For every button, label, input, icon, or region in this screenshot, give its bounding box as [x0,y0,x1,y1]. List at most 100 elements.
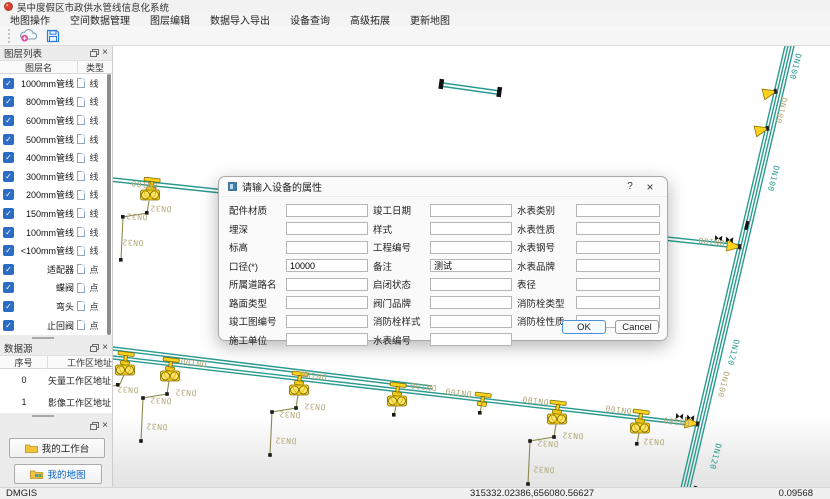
layer-row[interactable]: 150mm管线线 [0,204,112,223]
panel-splitter[interactable] [0,413,112,419]
cancel-button[interactable]: Cancel [615,320,659,334]
elevation-input[interactable] [286,241,368,254]
road-surface-type-input[interactable] [286,296,368,309]
hydrant-style-input[interactable] [430,315,512,328]
layer-file-icon [77,246,85,256]
menu-advanced[interactable]: 高级拓展 [340,12,400,27]
app-icon [4,2,13,11]
my-map-button[interactable]: 我的地图 [14,464,102,484]
menu-update-map[interactable]: 更新地图 [400,12,460,27]
remark-input[interactable] [430,259,512,272]
asbuilt-drawing-number-input[interactable] [286,315,368,328]
layer-list-scrollbar[interactable] [107,74,111,335]
meter-diameter-input[interactable] [576,278,660,291]
layer-row[interactable]: 1000mm管线线 [0,74,112,93]
menu-data-import-export[interactable]: 数据导入导出 [200,12,280,27]
layer-row[interactable]: 止回阀点 [0,316,112,335]
dialog-titlebar: 请输入设备的属性 ? × [219,177,667,197]
checkbox-checked-icon[interactable] [3,134,14,145]
float-panel-icon[interactable] [90,49,99,57]
float-panel-icon[interactable] [90,344,99,352]
layer-row[interactable]: 400mm管线线 [0,148,112,167]
checkbox-checked-icon[interactable] [3,78,14,89]
valve-symbols [676,221,750,496]
checkbox-checked-icon[interactable] [3,227,14,238]
folder-icon [25,443,38,453]
meter-steel-number-input[interactable] [576,241,660,254]
datasource-row[interactable]: 0矢量工作区地址 [0,369,112,391]
dialog-close-button[interactable]: × [642,180,658,194]
statusbar: DMGIS 315332.02386,656080.56627 0.09568 [0,487,830,499]
datasource-row[interactable]: 1影像工作区地址 [0,391,112,413]
menu-map-operations[interactable]: 地图操作 [0,12,60,27]
fitting-material-input[interactable] [286,204,368,217]
layer-row[interactable]: 500mm管线线 [0,130,112,149]
project-number-input[interactable] [430,241,512,254]
field-label: 施工单位 [229,333,281,347]
col-layer-name: 图层名 [0,61,78,74]
menu-device-query[interactable]: 设备查询 [280,12,340,27]
checkbox-checked-icon[interactable] [3,282,14,293]
save-icon[interactable] [46,29,60,43]
ok-button[interactable]: OK [562,320,606,334]
meter-nature-input[interactable] [576,222,660,235]
pipe-end-caps [438,79,502,98]
checkbox-checked-icon[interactable] [3,96,14,107]
status-coordinates: 315332.02386,656080.56627 [470,488,594,499]
layer-row[interactable]: 200mm管线线 [0,186,112,205]
panel-splitter[interactable] [0,335,112,341]
meter-category-input[interactable] [576,204,660,217]
road-name-input[interactable] [286,278,368,291]
layer-row[interactable]: 300mm管线线 [0,167,112,186]
close-panel-icon[interactable]: × [102,344,108,352]
layer-row[interactable]: 600mm管线线 [0,111,112,130]
cloud-upload-icon[interactable] [19,28,38,43]
checkbox-checked-icon[interactable] [3,171,14,182]
meter-brand-input[interactable] [576,259,660,272]
checkbox-checked-icon[interactable] [3,189,14,200]
layer-row[interactable]: 适配器点 [0,260,112,279]
col-workspace: 工作区地址 [48,356,112,369]
layer-row[interactable]: 蝶阀点 [0,279,112,298]
layer-row[interactable]: 100mm管线线 [0,223,112,242]
toolbar [0,26,830,46]
checkbox-checked-icon[interactable] [3,320,14,331]
close-panel-icon[interactable]: × [102,422,108,430]
checkbox-checked-icon[interactable] [3,152,14,163]
style-input[interactable] [430,222,512,235]
field-label: 配件材质 [229,203,281,217]
layers-column-header: 图层名 类型 [0,60,112,74]
hydrant-type-input[interactable] [576,296,660,309]
datasource-column-header: 序号 工作区地址 [0,355,112,369]
construction-unit-input[interactable] [286,333,368,346]
layer-file-icon [77,190,85,200]
open-close-status-input[interactable] [430,278,512,291]
checkbox-checked-icon[interactable] [3,115,14,126]
meter-number-input[interactable] [430,333,512,346]
dialog-help-button[interactable]: ? [623,181,637,192]
menu-layer-edit[interactable]: 图层编辑 [140,12,200,27]
field-label: 样式 [373,222,425,236]
datasource-list: 0矢量工作区地址 1影像工作区地址 [0,369,112,413]
layer-file-icon [77,264,85,274]
valve-brand-input[interactable] [430,296,512,309]
layer-row[interactable]: <100mm管线线 [0,241,112,260]
my-workbench-button[interactable]: 我的工作台 [9,438,105,458]
burial-depth-input[interactable] [286,222,368,235]
layer-row[interactable]: 800mm管线线 [0,93,112,112]
close-panel-icon[interactable]: × [102,49,108,57]
checkbox-checked-icon[interactable] [3,264,14,275]
checkbox-checked-icon[interactable] [3,245,14,256]
menu-spatial-data[interactable]: 空间数据管理 [60,12,140,27]
layer-file-icon [77,78,85,88]
float-panel-icon[interactable] [90,422,99,430]
datasource-panel-title: 数据源 [4,341,33,355]
completion-date-input[interactable] [430,204,512,217]
layer-file-icon [77,134,85,144]
checkbox-checked-icon[interactable] [3,208,14,219]
checkbox-checked-icon[interactable] [3,301,14,312]
layer-row[interactable]: 弯头点 [0,297,112,316]
layer-file-icon [77,171,85,181]
diameter-input[interactable] [286,259,368,272]
layer-file-icon [77,153,85,163]
